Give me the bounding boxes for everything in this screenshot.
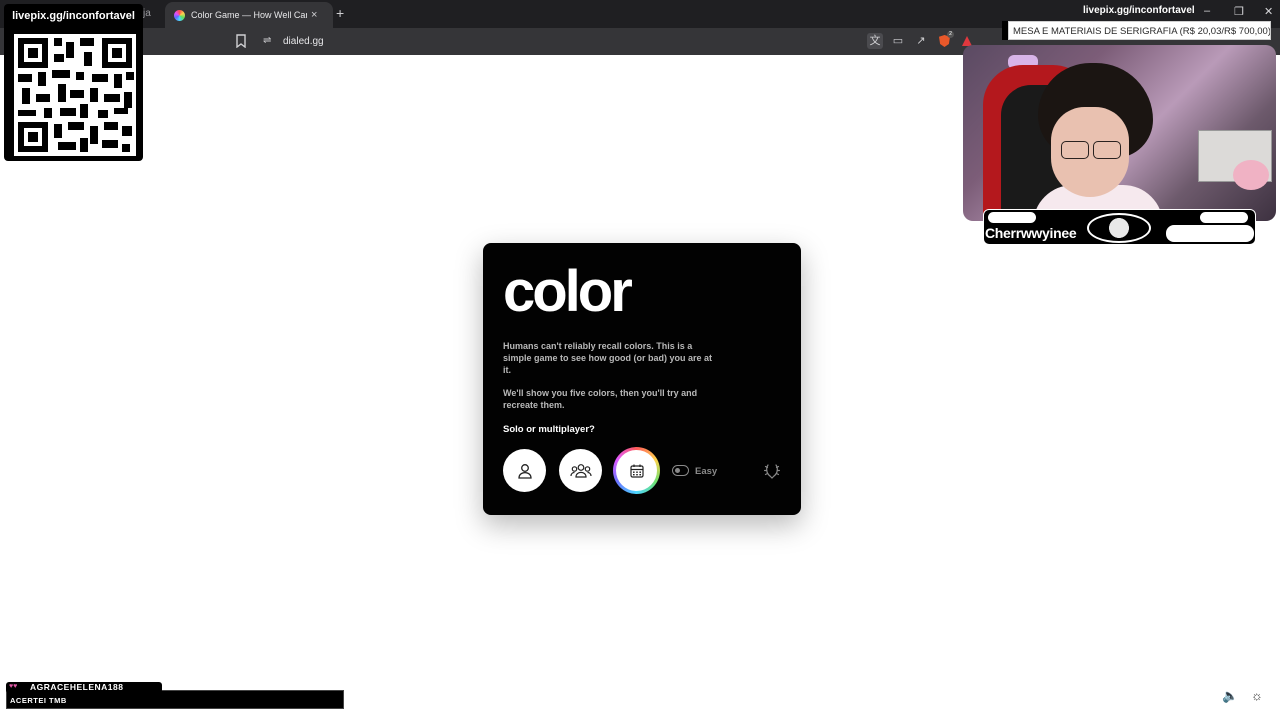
mode-question: Solo or multiplayer? [503, 424, 595, 435]
tab-title: Color Game — How Well Can You See Color? [191, 10, 307, 20]
qr-overlay: livepix.gg/inconfortavel [4, 4, 143, 161]
name-plate-logo [1166, 225, 1254, 242]
leaderboard-laurel-icon[interactable] [763, 462, 781, 480]
previous-tab[interactable]: ja [143, 8, 151, 19]
multiplayer-icon [569, 463, 592, 478]
qr-pattern [14, 34, 136, 156]
game-title: color [503, 259, 633, 324]
qr-title: livepix.gg/inconfortavel [12, 10, 135, 22]
name-plate-badge-right [1200, 212, 1248, 223]
address-bar[interactable]: dialed.gg [283, 36, 324, 47]
sound-icon[interactable]: 🔈 [1222, 688, 1238, 704]
calendar-icon [629, 464, 644, 478]
instructions-paragraph: We'll show you five colors, then you'll … [503, 388, 698, 410]
new-tab-button[interactable]: + [336, 5, 344, 21]
tab-color-game[interactable]: Color Game — How Well Can You See Color?… [165, 2, 333, 28]
site-settings-icon[interactable]: ⇌ [263, 35, 271, 46]
toggle-knob [675, 467, 680, 473]
daily-challenge-button[interactable] [613, 447, 660, 494]
easy-mode-toggle[interactable] [672, 465, 689, 476]
intro-paragraph: Humans can't reliably recall colors. Thi… [503, 341, 713, 375]
bookmark-icon[interactable] [236, 34, 246, 48]
shield-count-badge: 2 [947, 31, 954, 38]
close-window-button[interactable]: ✕ [1264, 5, 1273, 18]
share-icon[interactable]: ↗ [913, 33, 929, 49]
daily-challenge-inner [616, 450, 657, 491]
translate-icon[interactable]: 文 [867, 33, 883, 49]
heart-icon: ♥♥ [9, 683, 18, 690]
color-wheel-icon [174, 9, 185, 21]
easy-mode-label: Easy [695, 466, 718, 477]
solo-icon [517, 463, 532, 479]
chat-username: AGRACEHELENA188 [30, 682, 124, 692]
webcam-glasses-right [1093, 141, 1121, 159]
multiplayer-button[interactable] [559, 449, 602, 492]
maximize-button[interactable]: ❐ [1234, 5, 1244, 18]
minimize-button[interactable]: – [1204, 5, 1210, 17]
solo-button[interactable] [503, 449, 546, 492]
qr-code [14, 34, 136, 156]
tab-close-button[interactable]: × [311, 9, 317, 21]
streamer-name: Cherrwwyinee [985, 225, 1077, 241]
sun-icon[interactable]: ☼ [1249, 688, 1265, 704]
webcam-glasses-left [1061, 141, 1089, 159]
color-game-card: color Humans can't reliably recall color… [483, 243, 801, 515]
webcam-plush [1233, 160, 1269, 190]
donation-goal-ticker: MESA E MATERIAIS DE SERIGRAFIA (R$ 20,03… [1008, 21, 1271, 40]
chat-message: ACERTEI TMB [10, 696, 67, 705]
name-plate-badge-left [988, 212, 1036, 223]
name-plate-emblem [1087, 213, 1151, 243]
webcam-feed [963, 45, 1276, 221]
livepix-link-text: livepix.gg/inconfortavel [1083, 5, 1195, 16]
cast-icon[interactable]: ▭ [890, 33, 906, 49]
